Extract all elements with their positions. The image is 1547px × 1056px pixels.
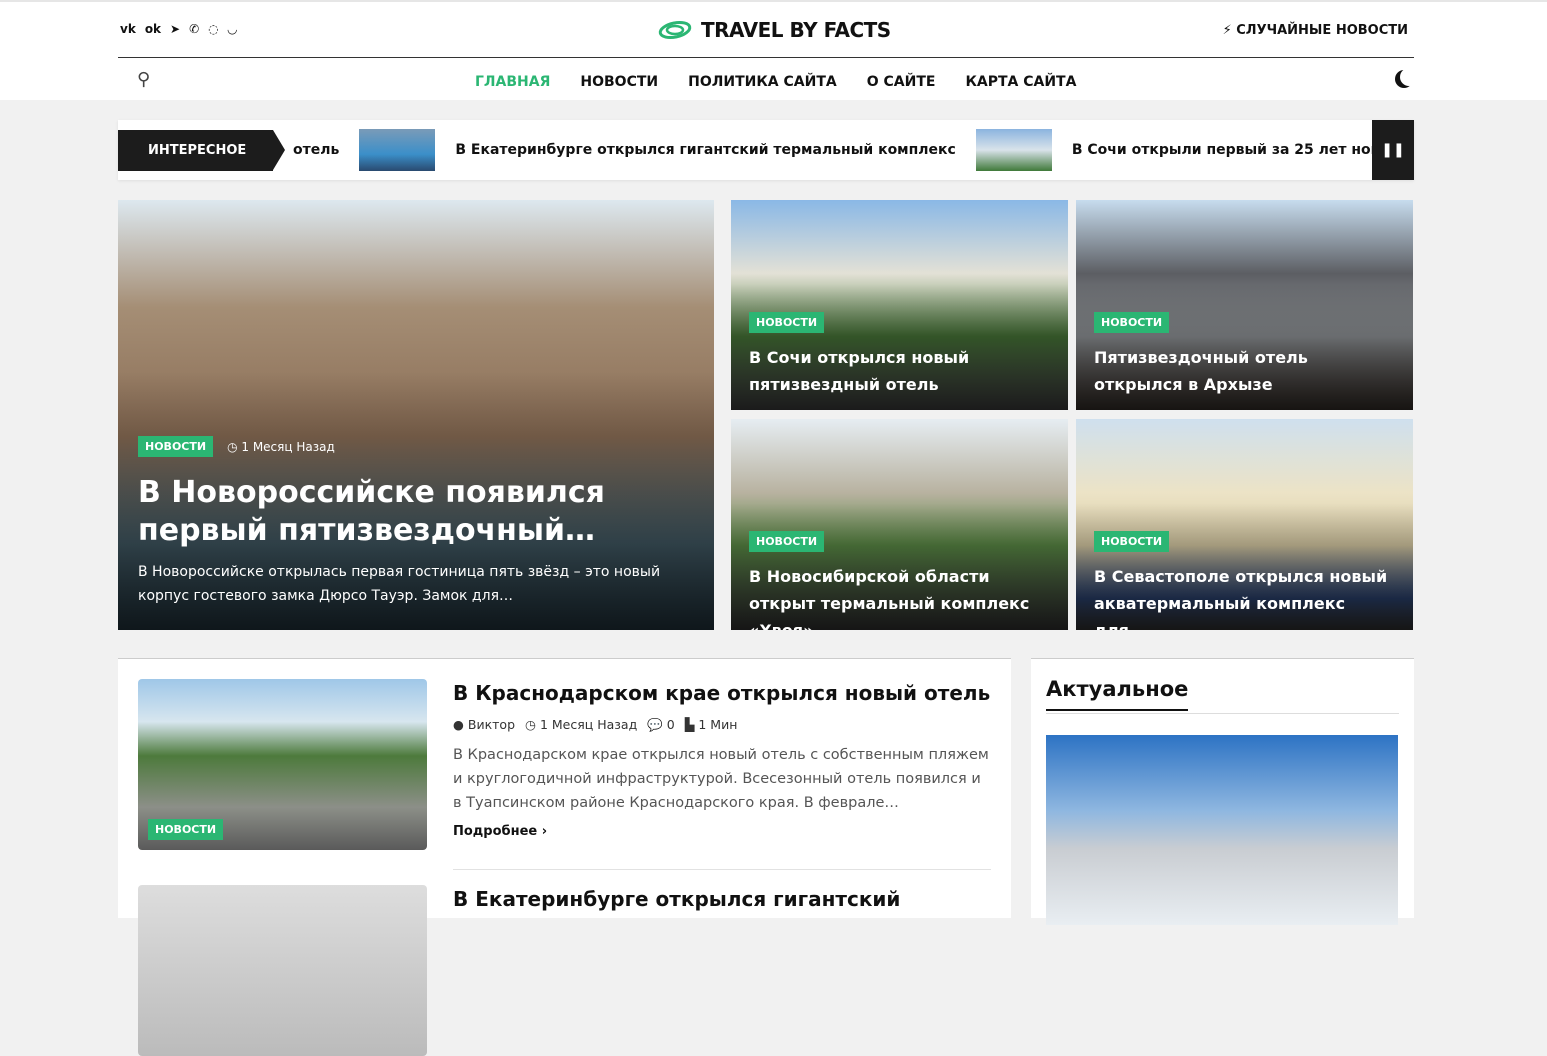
nav-sitemap[interactable]: КАРТА САЙТА — [965, 74, 1076, 90]
post-title[interactable]: В Екатеринбурге открылся гигантский — [453, 885, 993, 913]
ticker-label: ИНТЕРЕСНОЕ — [118, 130, 285, 171]
card-title[interactable]: В Севастополе открылся новый акватермаль… — [1094, 563, 1395, 630]
post-excerpt: В Краснодарском крае открылся новый отел… — [453, 747, 989, 811]
comment-icon: 💬 — [647, 717, 663, 732]
ticker-thumb[interactable] — [359, 129, 436, 171]
card-title[interactable]: В Сочи открылся новый пятизвездный отель — [749, 344, 1050, 398]
whatsapp-icon[interactable]: ◌ — [208, 22, 218, 36]
card-title[interactable]: Пятизвездочный отель открылся в Архызе — [1094, 344, 1395, 398]
post-image[interactable] — [138, 885, 427, 1056]
category-badge[interactable]: НОВОСТИ — [749, 531, 825, 552]
nav-home[interactable]: ГЛАВНАЯ — [475, 74, 550, 90]
post-image[interactable]: НОВОСТИ — [138, 679, 427, 850]
ticker-item[interactable]: В Сочи открыли первый за 25 лет новый — [1072, 142, 1373, 158]
post-time: 1 Месяц Назад — [241, 439, 335, 454]
category-badge[interactable]: НОВОСТИ — [138, 436, 214, 457]
random-news-link[interactable]: ⚡ СЛУЧАЙНЫЕ НОВОСТИ — [1223, 23, 1408, 38]
ticker-item[interactable]: отель — [293, 142, 339, 158]
featured-excerpt: В Новороссийске открылась первая гостини… — [138, 564, 661, 604]
divider — [118, 57, 1414, 58]
user-icon: ● — [453, 717, 464, 732]
category-badge[interactable]: НОВОСТИ — [1094, 312, 1170, 333]
nav-policy[interactable]: ПОЛИТИКА САЙТА — [688, 74, 837, 90]
divider — [1046, 713, 1399, 714]
featured-card[interactable]: НОВОСТИ ◷ 1 Месяц Назад В Новороссийске п… — [118, 200, 714, 630]
category-badge[interactable]: НОВОСТИ — [749, 312, 825, 333]
featured-title[interactable]: В Новороссийске появился первый пятизвез… — [138, 474, 696, 550]
post-list: НОВОСТИ В Краснодарском крае открылся но… — [118, 658, 1011, 1056]
nav-news[interactable]: НОВОСТИ — [580, 74, 658, 90]
pause-icon[interactable]: ❚❚ — [1372, 120, 1414, 180]
grid-card[interactable]: НОВОСТИ В Новосибирской области открыт т… — [731, 419, 1068, 630]
category-badge[interactable]: НОВОСТИ — [1094, 531, 1170, 552]
ok-icon[interactable]: ok — [145, 22, 161, 36]
ticker-thumb[interactable] — [975, 129, 1052, 171]
reading-icon: ▙ — [684, 717, 695, 732]
read-time: 1 Мин — [698, 717, 738, 732]
author[interactable]: ● Виктор — [453, 717, 515, 733]
header: vk ok ➤ ✆ ◌ ◡ TRAVEL BY FACTS ⚡ СЛУЧАЙНЫЕ НОВ… — [0, 0, 1547, 100]
chevron-right-icon: › — [541, 824, 548, 839]
sidebar: Актуальное — [1031, 658, 1414, 925]
divider — [453, 869, 991, 870]
card-title[interactable]: В Новосибирской области открыт термальны… — [749, 563, 1050, 630]
logo-text: TRAVEL BY FACTS — [701, 18, 891, 42]
clock-icon: ◷ 1 Месяц Назад — [227, 439, 335, 454]
logo[interactable]: TRAVEL BY FACTS — [657, 18, 891, 42]
telegram-icon[interactable]: ➤ — [170, 22, 180, 36]
news-ticker: отель В Екатеринбурге открылся гигантски… — [118, 120, 1414, 180]
sidebar-title: Актуальное — [1046, 677, 1189, 711]
grid-card[interactable]: НОВОСТИ В Севастополе открылся новый акв… — [1076, 419, 1413, 630]
yandex-icon[interactable]: ◡ — [228, 22, 237, 36]
bolt-icon: ⚡ — [1222, 23, 1232, 38]
category-badge[interactable]: НОВОСТИ — [148, 819, 224, 840]
viber-icon[interactable]: ✆ — [189, 22, 199, 36]
random-news-label: СЛУЧАЙНЫЕ НОВОСТИ — [1236, 23, 1408, 38]
grid-card[interactable]: НОВОСТИ В Сочи открылся новый пятизвездн… — [731, 200, 1068, 410]
social-links: vk ok ➤ ✆ ◌ ◡ — [120, 22, 237, 36]
vk-icon[interactable]: vk — [120, 22, 136, 36]
sidebar-post-image[interactable] — [1046, 735, 1398, 925]
post-time: 1 Месяц Назад — [539, 717, 638, 732]
comment-count: 0 — [666, 717, 675, 732]
post-title[interactable]: В Краснодарском крае открылся новый отел… — [453, 679, 993, 707]
ticker-item[interactable]: В Екатеринбурге открылся гигантский терм… — [455, 142, 956, 158]
dark-mode-toggle-icon[interactable] — [1400, 68, 1418, 86]
nav-about[interactable]: О САЙТЕ — [867, 74, 936, 90]
grid-card[interactable]: НОВОСТИ Пятизвездочный отель открылся в … — [1076, 200, 1413, 410]
author-name: Виктор — [467, 717, 516, 732]
read-more-link[interactable]: Подробнее › — [453, 824, 993, 839]
logo-icon — [658, 20, 692, 40]
clock-icon: ◷ — [525, 717, 536, 732]
read-more-label: Подробнее — [453, 824, 538, 839]
search-icon[interactable]: ⚲ — [137, 69, 150, 90]
main-nav: ГЛАВНАЯ НОВОСТИ ПОЛИТИКА САЙТА О САЙТЕ К… — [475, 74, 1076, 90]
